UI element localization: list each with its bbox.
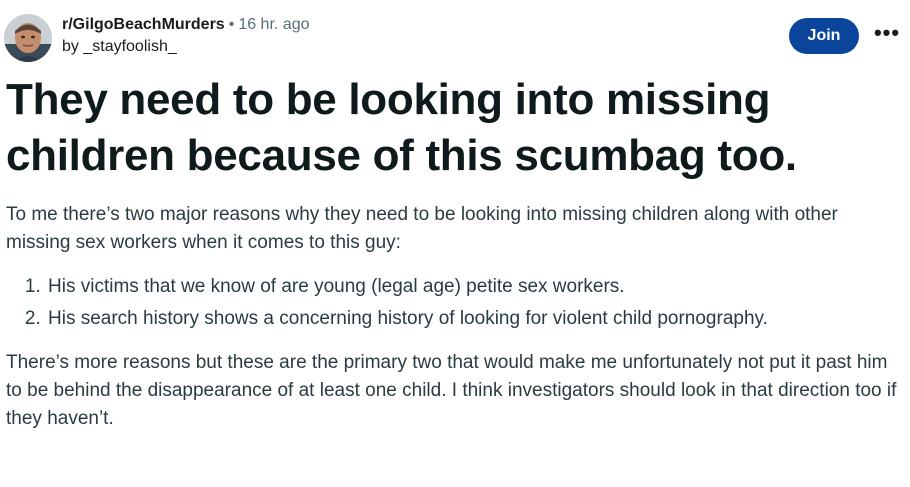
post-container: r/GilgoBeachMurders • 16 hr. ago by _stayf… — [0, 0, 910, 487]
meta-separator: • — [228, 16, 235, 33]
list-item: His victims that we know of are young (l… — [46, 271, 904, 303]
community-avatar[interactable] — [4, 14, 52, 62]
post-title[interactable]: They need to be looking into missing chi… — [6, 72, 886, 184]
reasons-list: His victims that we know of are young (l… — [6, 271, 904, 335]
body-paragraph-intro: To me there’s two major reasons why they… — [6, 204, 838, 253]
list-item: His search history shows a concerning hi… — [46, 303, 904, 335]
author-link[interactable]: by _stayfoolish_ — [62, 37, 309, 57]
post-meta: r/GilgoBeachMurders • 16 hr. ago by _stayf… — [62, 14, 309, 57]
meta-line: r/GilgoBeachMurders • 16 hr. ago — [62, 14, 309, 36]
post-age: 16 hr. ago — [238, 16, 310, 33]
user-avatar-icon — [4, 14, 52, 62]
community-link[interactable]: r/GilgoBeachMurders — [62, 16, 225, 33]
body-paragraph-conclusion: There’s more reasons but these are the p… — [6, 352, 897, 429]
post-header: r/GilgoBeachMurders • 16 hr. ago by _stayf… — [4, 10, 904, 62]
more-options-icon[interactable]: ••• — [871, 22, 903, 50]
join-button[interactable]: Join — [789, 18, 859, 54]
post-body: To me there’s two major reasons why they… — [6, 201, 904, 433]
